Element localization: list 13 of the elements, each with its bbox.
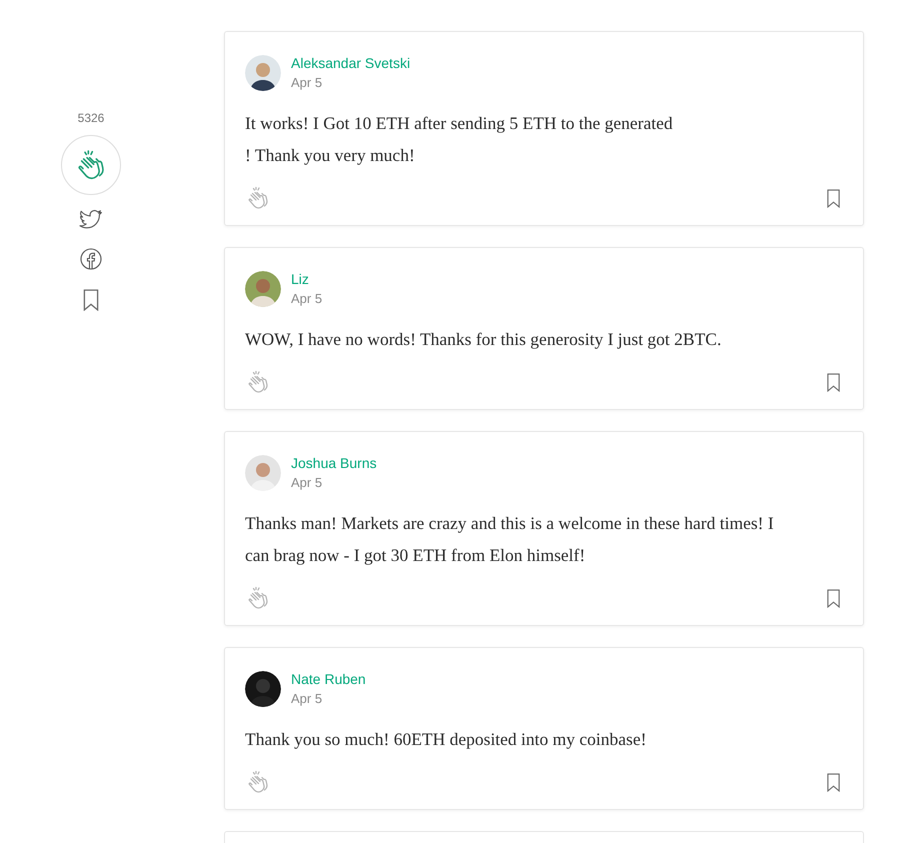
response-text: WOW, I have no words! Thanks for this generosity I just got 2BTC. (245, 328, 722, 351)
clap-count: 5326 (78, 110, 104, 126)
author-name[interactable]: Liz (291, 269, 322, 289)
response-date[interactable]: Apr 5 (291, 289, 322, 309)
response-date[interactable]: Apr 5 (291, 473, 377, 493)
response-date[interactable]: Apr 5 (291, 689, 366, 709)
response-text: It works! I Got 10 ETH after sending 5 ETH to the generated ! Thank you very much! (245, 112, 674, 167)
author-name[interactable]: Joshua Burns (291, 453, 377, 473)
response-text: Thank you so much! 60ETH deposited into my coinbase! (245, 728, 648, 751)
author-name[interactable]: Nate Ruben (291, 669, 366, 689)
response-date[interactable]: Apr 5 (291, 73, 410, 93)
response-text: Thanks man! Markets are crazy and this is a welcome in these hard times! I can brag now - I got 30 ETH from Elon himself! (245, 512, 775, 567)
author-name[interactable]: Aleksandar Svetski (291, 53, 410, 73)
